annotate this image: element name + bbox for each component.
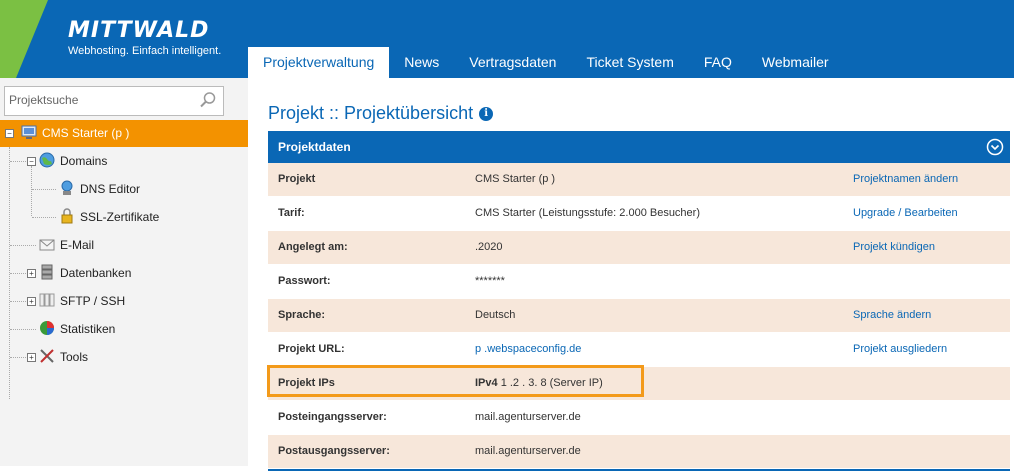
globe-icon <box>39 152 55 168</box>
tree-root-label: CMS Starter (p ) <box>42 126 130 140</box>
sidebar-item-label: DNS Editor <box>80 182 141 196</box>
expand-toggle[interactable]: + <box>27 297 36 306</box>
tab-webmailer[interactable]: Webmailer <box>747 47 844 78</box>
row-label: Posteingangsserver: <box>278 411 387 423</box>
row-label: Passwort: <box>278 275 331 287</box>
sidebar-item-domains[interactable]: − Domains <box>0 147 248 175</box>
sidebar-item-statistiken[interactable]: Statistiken <box>0 315 248 343</box>
rename-project-link[interactable]: Projektnamen ändern <box>853 173 958 185</box>
sidebar-item-label: Domains <box>60 154 108 168</box>
row-label: Tarif: <box>278 207 305 219</box>
sidebar-item-dns-editor[interactable]: DNS Editor <box>0 175 248 203</box>
expand-toggle[interactable]: + <box>27 353 36 362</box>
table-row: Sprache: Deutsch Sprache ändern <box>268 299 1010 333</box>
collapse-toggle[interactable]: − <box>27 157 36 166</box>
tree-root-project[interactable]: − CMS Starter (p ) <box>0 120 248 147</box>
expand-toggle[interactable]: + <box>27 269 36 278</box>
row-value: mail.agenturserver.de <box>475 411 581 423</box>
sidebar-item-ssl-zertifikate[interactable]: SSL-Zertifikate <box>0 203 248 231</box>
row-value: Deutsch <box>475 309 516 321</box>
row-label: Projekt URL: <box>278 343 345 355</box>
sidebar-item-label: Datenbanken <box>60 266 132 280</box>
project-data-panel: Projektdaten Projekt CMS Starter (p ) Pr… <box>267 131 1010 471</box>
sftp-icon <box>39 293 55 307</box>
table-row: Angelegt am: .2020 Projekt kündigen <box>268 231 1010 265</box>
row-value: .2020 <box>475 241 503 253</box>
cancel-project-link[interactable]: Projekt kündigen <box>853 241 935 253</box>
row-label: Projekt IPs <box>278 377 335 389</box>
table-row: Projekt CMS Starter (p ) Projektnamen än… <box>268 163 1010 197</box>
sidebar-item-datenbanken[interactable]: + Datenbanken <box>0 259 248 287</box>
panel-header: Projektdaten <box>268 131 1010 163</box>
row-label: Postausgangsserver: <box>278 445 390 457</box>
tab-projektverwaltung[interactable]: Projektverwaltung <box>248 47 390 78</box>
tab-faq[interactable]: FAQ <box>689 47 747 78</box>
table-row: Projekt IPs IPv4 1 .2 . 3. 8 (Server IP) <box>267 365 1010 401</box>
detach-project-link[interactable]: Projekt ausgliedern <box>853 343 947 355</box>
sidebar-item-label: Statistiken <box>60 322 116 336</box>
sidebar-item-label: SFTP / SSH <box>60 294 126 308</box>
tab-ticket-system[interactable]: Ticket System <box>571 47 688 78</box>
chevron-down-icon[interactable] <box>986 138 1004 156</box>
brand-stripe <box>0 0 16 78</box>
table-row: Posteingangsserver: mail.agenturserver.d… <box>268 401 1010 435</box>
ip-address: 1 .2 . 3. 8 (Server IP) <box>500 377 603 389</box>
table-row: Passwort: ******* <box>268 265 1010 299</box>
sidebar-item-label: Tools <box>60 350 89 364</box>
sidebar-item-tools[interactable]: + Tools <box>0 343 248 371</box>
upgrade-link[interactable]: Upgrade / Bearbeiten <box>853 207 958 219</box>
brand-stripe-diagonal <box>16 0 48 78</box>
slogan: Webhosting. Einfach intelligent. <box>68 45 222 57</box>
row-value: CMS Starter (Leistungsstufe: 2.000 Besuc… <box>475 207 700 219</box>
database-icon <box>41 264 53 280</box>
sidebar-item-email[interactable]: E-Mail <box>0 231 248 259</box>
panel-title: Projektdaten <box>278 140 351 154</box>
logo[interactable]: MITTWALD <box>68 18 209 43</box>
table-row: Postausgangsserver: mail.agenturserver.d… <box>268 435 1010 469</box>
row-value: mail.agenturserver.de <box>475 445 581 457</box>
main-content: Projekt :: Projektübersicht i Projektdate… <box>248 78 1014 471</box>
row-label: Sprache: <box>278 309 326 321</box>
main-nav: Projektverwaltung News Vertragsdaten Tic… <box>248 47 844 78</box>
lock-icon <box>61 208 73 224</box>
search-icon[interactable] <box>199 91 217 109</box>
mail-icon <box>39 239 55 251</box>
project-url-link[interactable]: p .webspaceconfig.de <box>475 343 581 355</box>
pie-chart-icon <box>40 321 54 335</box>
page-title-text: Projekt :: Projektübersicht <box>268 103 474 123</box>
info-icon[interactable]: i <box>479 107 494 122</box>
collapse-toggle[interactable]: − <box>5 129 14 138</box>
sidebar-item-label: SSL-Zertifikate <box>80 210 160 224</box>
row-value: ******* <box>475 275 505 287</box>
row-label: Projekt <box>278 173 316 185</box>
table-row: Projekt URL: p .webspaceconfig.de Projek… <box>268 333 1010 367</box>
ipv4-prefix: IPv4 <box>475 377 498 389</box>
tools-icon <box>40 349 54 363</box>
sidebar-item-sftp-ssh[interactable]: + SFTP / SSH <box>0 287 248 315</box>
project-tree: − CMS Starter (p ) − Domains DNS Editor … <box>0 120 248 399</box>
tab-news[interactable]: News <box>389 47 454 78</box>
row-value: CMS Starter (p ) <box>475 173 556 185</box>
table-row: Tarif: CMS Starter (Leistungsstufe: 2.00… <box>268 197 1010 231</box>
project-search-input[interactable] <box>5 87 189 113</box>
tab-vertragsdaten[interactable]: Vertragsdaten <box>454 47 571 78</box>
row-value: IPv4 1 .2 . 3. 8 (Server IP) <box>475 377 603 389</box>
change-language-link[interactable]: Sprache ändern <box>853 309 931 321</box>
sidebar: − CMS Starter (p ) − Domains <box>0 78 248 466</box>
dns-icon <box>61 180 73 195</box>
page-title: Projekt :: Projektübersicht i <box>268 103 494 124</box>
project-search <box>4 86 224 116</box>
sidebar-item-label: E-Mail <box>60 238 95 252</box>
row-label: Angelegt am: <box>278 241 348 253</box>
computer-icon <box>21 125 37 139</box>
